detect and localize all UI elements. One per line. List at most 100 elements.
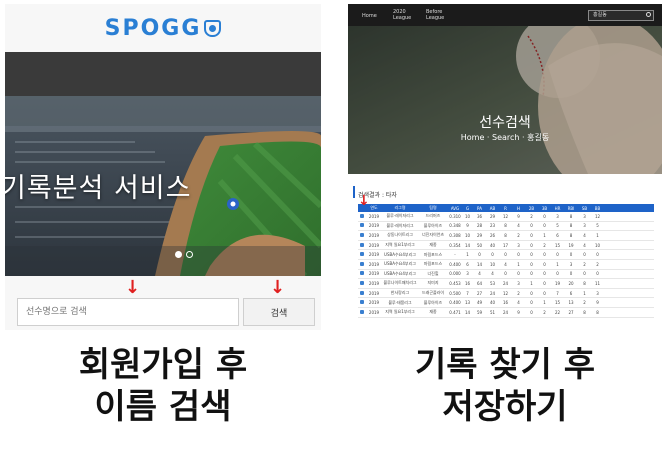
table-cell: 64 — [476, 280, 483, 286]
table-row[interactable]: 2019 블루·레이저리그 블루아이즈 0.348 9 28 23 8 4 0 0 5 8 3 5 — [358, 222, 654, 232]
player-icon[interactable] — [360, 290, 364, 295]
table-cell: 3 — [517, 280, 520, 286]
carousel-dots — [175, 251, 193, 258]
carousel-dot-active[interactable] — [175, 251, 182, 258]
table-cell: 1 — [543, 232, 546, 238]
table-cell: 지역 일요1부리그 — [385, 242, 415, 248]
table-row[interactable]: 2019 상동나이트리그 너진자이언츠 0.308 10 29 26 8 2 0 1 6 8 4 1 — [358, 231, 654, 241]
nav-home[interactable]: Home — [362, 13, 377, 19]
table-header-cell[interactable]: PA — [473, 206, 486, 211]
top-search-input[interactable]: 홍길동 — [588, 10, 654, 21]
table-cell: 4 — [491, 271, 494, 277]
table-header-cell[interactable]: RBI — [564, 206, 578, 211]
table-cell: - — [454, 252, 456, 258]
search-button[interactable]: 검색 — [243, 298, 315, 326]
table-cell: 5 — [596, 223, 599, 229]
hero-banner: 기록분석 서비스 — [5, 96, 321, 276]
table-cell: 3 — [583, 223, 586, 229]
table-cell: 14 — [476, 261, 483, 267]
table-row[interactable]: 2019 지역 일요1부리그 재종 0.354 14 50 40 17 3 0 2 15 19 4 10 — [358, 241, 654, 251]
table-row[interactable]: 2019 USBA수요4부리그 너진힐 0.000 3 4 4 0 0 0 0 0 0 0 0 — [358, 270, 654, 280]
table-cell: 2 — [596, 261, 599, 267]
site-logo[interactable]: SPOGG — [5, 4, 321, 52]
table-cell: 1 — [556, 261, 559, 267]
table-cell: 14 — [464, 242, 471, 248]
table-cell: 10 — [594, 242, 601, 248]
table-cell: 9 — [466, 223, 469, 229]
player-icon[interactable] — [360, 232, 364, 237]
table-cell: 2 — [517, 232, 520, 238]
table-cell: 49 — [476, 300, 483, 306]
table-row[interactable]: 2019 블루·태풍리그 블루아이즈 0.400 13 49 40 16 4 0 1 15 13 2 9 — [358, 298, 654, 308]
table-cell: 11 — [594, 280, 601, 286]
table-cell: 28 — [476, 223, 483, 229]
table-row[interactable]: 2019 한사랑리그 드래곤플라이 0.500 7 27 24 12 2 0 0 7 6 1 3 — [358, 289, 654, 299]
table-cell: 0.400 — [449, 300, 461, 306]
table-header-cell[interactable]: 2B — [525, 206, 538, 211]
table-cell: 너진힐 — [427, 270, 439, 276]
table-cell: USBA수요4부리그 — [384, 270, 416, 276]
table-cell: 8 — [569, 213, 573, 219]
table-cell: 1 — [583, 290, 586, 296]
table-header-cell[interactable]: AVG — [448, 206, 462, 211]
page-hero: 선수검색 Home · Search · 홍길동 — [348, 26, 662, 174]
table-cell: 너진자이언츠 — [421, 232, 445, 238]
player-icon[interactable] — [360, 271, 364, 276]
table-header-cell[interactable]: AB — [486, 206, 499, 211]
table-header-cell[interactable]: 리그명 — [382, 205, 418, 211]
table-cell: 20 — [568, 280, 574, 286]
table-cell-icon — [358, 261, 366, 267]
table-cell: USBA수요4부리그 — [384, 251, 416, 257]
carousel-dot[interactable] — [186, 251, 193, 258]
player-stats-table: 연도 리그명 팀명 AVG G PA AB R H 2B 3B HR RBI SB BB 2019 블루·레이저… — [358, 204, 654, 318]
table-cell-icon — [358, 300, 366, 305]
table-header-cell[interactable]: 팀명 — [418, 205, 448, 211]
player-icon[interactable] — [360, 280, 364, 285]
table-cell: 7 — [466, 290, 469, 296]
player-icon[interactable] — [360, 252, 364, 257]
table-cell: 0 — [530, 309, 533, 315]
table-row[interactable]: 2019 블루나이트패치리그 지미지 0.453 16 64 53 24 3 1 0 19 20 8 11 — [358, 279, 654, 289]
table-header-cell[interactable]: HR — [551, 206, 564, 211]
table-cell: 19 — [554, 280, 561, 286]
player-icon[interactable] — [360, 261, 364, 266]
table-cell: 0.354 — [449, 242, 461, 248]
player-icon[interactable] — [360, 309, 364, 314]
player-name-search-input[interactable] — [17, 298, 239, 326]
table-cell: 16 — [464, 280, 471, 286]
table-cell: 2019 — [368, 213, 380, 219]
player-icon[interactable] — [360, 223, 364, 228]
table-cell: 0 — [556, 271, 559, 277]
table-row[interactable]: 2019 USBA수요4부리그 마림포드스 - 1 0 0 0 0 0 0 0 0 0 0 — [358, 250, 654, 260]
table-header-cell[interactable]: G — [462, 206, 473, 211]
search-icon[interactable] — [646, 12, 651, 17]
table-header-cell[interactable]: 3B — [538, 206, 551, 211]
table-cell: 2019 — [368, 309, 380, 315]
table-cell: 드래곤플라이 — [421, 290, 445, 296]
player-icon[interactable] — [360, 213, 364, 218]
table-header-cell[interactable]: R — [499, 206, 512, 211]
table-cell: 9 — [517, 309, 520, 315]
player-icon[interactable] — [360, 300, 364, 305]
table-header-cell[interactable]: SB — [578, 206, 591, 211]
table-header-cell[interactable]: BB — [591, 206, 604, 211]
nav-before-league[interactable]: Before League — [426, 9, 450, 21]
table-cell: 2019 — [368, 280, 380, 286]
right-caption: 기록 찾기 후 저장하기 — [348, 344, 662, 428]
table-header-cell[interactable]: H — [512, 206, 525, 211]
player-icon[interactable] — [360, 242, 364, 247]
table-cell: 0 — [478, 252, 481, 258]
table-cell: 23 — [489, 223, 496, 229]
nav-2020-league[interactable]: 2020 League — [393, 9, 413, 21]
table-cell: 0.310 — [449, 213, 461, 219]
table-cell: 2019 — [368, 232, 380, 238]
table-cell: 0.453 — [449, 280, 461, 286]
table-cell: 26 — [489, 232, 496, 238]
table-cell: 0.000 — [449, 271, 461, 277]
red-arrow-down: ↓ — [125, 277, 141, 298]
table-row[interactable]: 2019 USBA수요4부리그 마림포드스 0.400 6 14 10 4 1 0 0 1 3 2 2 — [358, 260, 654, 270]
table-cell: 0 — [556, 252, 559, 258]
table-row[interactable]: 2019 블루·레이저리그 드리머즈 0.310 10 36 29 12 9 2 0 3 8 3 12 — [358, 212, 654, 222]
table-cell: 1 — [530, 280, 533, 286]
table-row[interactable]: 2019 지역 일요1부리그 재종 0.471 14 59 51 24 9 0 2 22 27 8 8 — [358, 308, 654, 318]
